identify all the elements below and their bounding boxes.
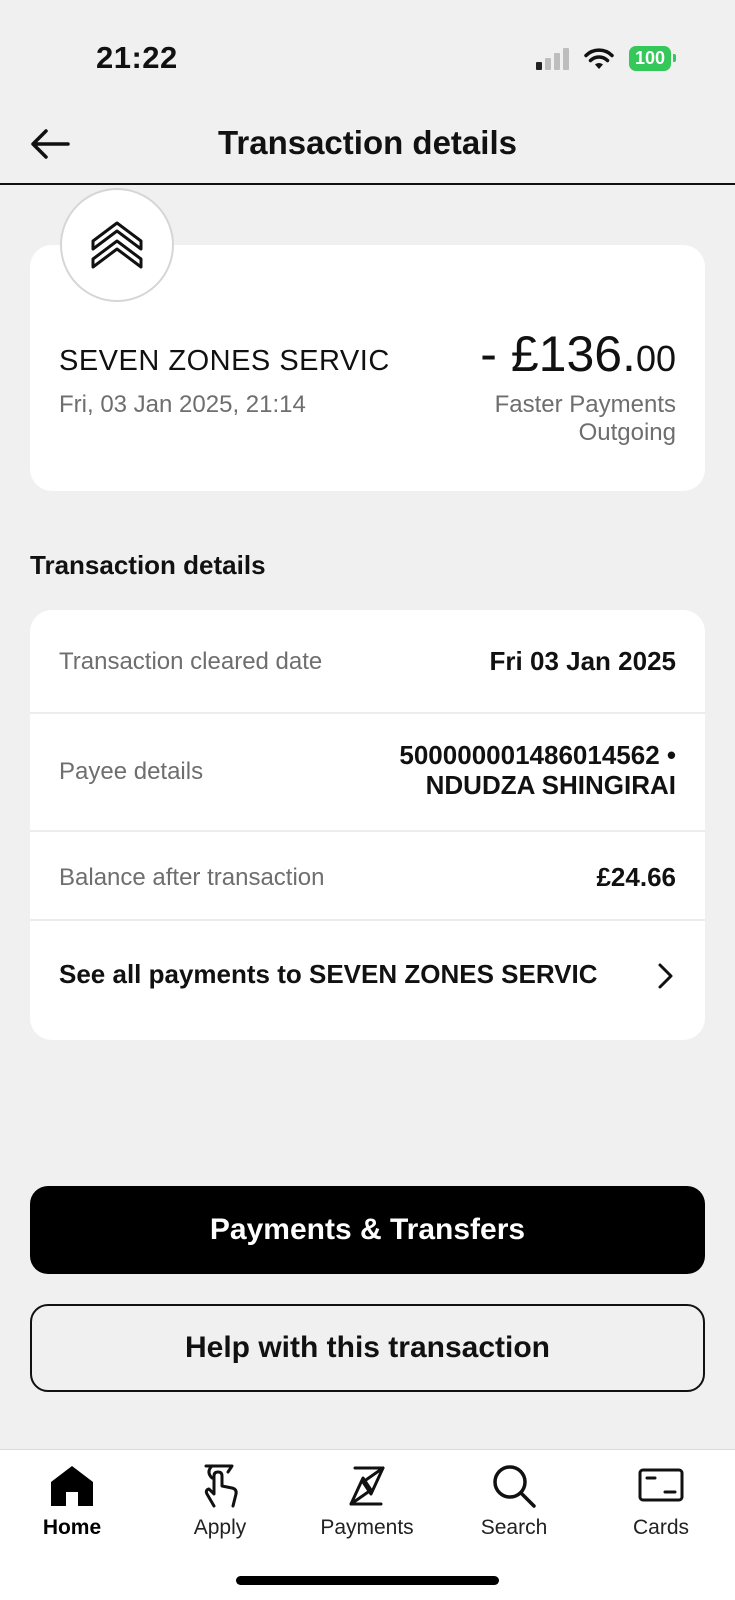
detail-row-payee: Payee details 500000001486014562 • NDUDZ…: [30, 714, 705, 832]
payee-name: NDUDZA SHINGIRAI: [425, 770, 676, 800]
help-transaction-button[interactable]: Help with this transaction: [30, 1304, 705, 1392]
card-icon: [638, 1468, 684, 1502]
home-indicator: [236, 1576, 499, 1585]
cleared-date-value: Fri 03 Jan 2025: [489, 646, 676, 676]
payment-type-line1: Faster Payments: [494, 391, 676, 418]
payee-value: 500000001486014562 • NDUDZA SHINGIRAI: [399, 740, 676, 800]
home-icon: [51, 1466, 93, 1506]
merchant-name: SEVEN ZONES SERVIC: [59, 345, 390, 377]
app-header: Transaction details: [0, 110, 735, 185]
see-all-payments-link[interactable]: See all payments to SEVEN ZONES SERVIC: [30, 921, 705, 1040]
status-bar: 21:22 100: [0, 0, 735, 110]
cellular-signal-icon: [535, 47, 569, 70]
amount-major: - £136.: [480, 326, 636, 382]
status-icons: 100: [535, 46, 677, 71]
transaction-amount: - £136.00: [480, 325, 676, 383]
nav-search[interactable]: Search: [454, 1460, 574, 1540]
tap-hand-icon: [204, 1464, 238, 1508]
nav-cards[interactable]: Cards: [601, 1460, 721, 1540]
nav-label-payments: Payments: [320, 1516, 414, 1539]
battery-indicator: 100: [628, 46, 677, 71]
detail-row-balance: Balance after transaction £24.66: [30, 832, 705, 921]
transaction-datetime: Fri, 03 Jan 2025, 21:14: [59, 391, 306, 418]
nav-label-cards: Cards: [632, 1516, 690, 1539]
nav-apply[interactable]: Apply: [160, 1460, 280, 1540]
page-title: Transaction details: [218, 124, 517, 161]
payment-type-line2: Outgoing: [578, 419, 676, 446]
search-icon: [493, 1465, 536, 1508]
balance-value: £24.66: [596, 862, 676, 892]
nav-home[interactable]: Home: [12, 1460, 132, 1540]
payee-account: 500000001486014562 •: [399, 740, 676, 770]
nav-label-apply: Apply: [193, 1516, 247, 1539]
nav-label-search: Search: [480, 1516, 548, 1539]
double-chevron-up-icon: [91, 221, 143, 269]
amount-minor: 00: [635, 338, 676, 379]
detail-row-cleared-date: Transaction cleared date Fri 03 Jan 2025: [30, 610, 705, 714]
chevron-right-icon: [658, 963, 673, 989]
merchant-logo: [60, 188, 174, 302]
payments-arrows-icon: [349, 1466, 385, 1506]
nav-label-home: Home: [42, 1516, 102, 1539]
payments-transfers-button[interactable]: Payments & Transfers: [30, 1186, 705, 1274]
cleared-date-label: Transaction cleared date: [59, 648, 323, 675]
payment-type: Faster Payments Outgoing: [495, 391, 676, 447]
wifi-icon: [584, 47, 614, 69]
section-title: Transaction details: [30, 550, 266, 580]
balance-label: Balance after transaction: [59, 864, 325, 891]
status-time: 21:22: [96, 40, 178, 75]
payee-label: Payee details: [59, 758, 204, 785]
see-all-payments-label: See all payments to SEVEN ZONES SERVIC: [59, 959, 598, 989]
nav-payments[interactable]: Payments: [307, 1460, 427, 1540]
transaction-details-card: Transaction cleared date Fri 03 Jan 2025…: [30, 610, 705, 1040]
